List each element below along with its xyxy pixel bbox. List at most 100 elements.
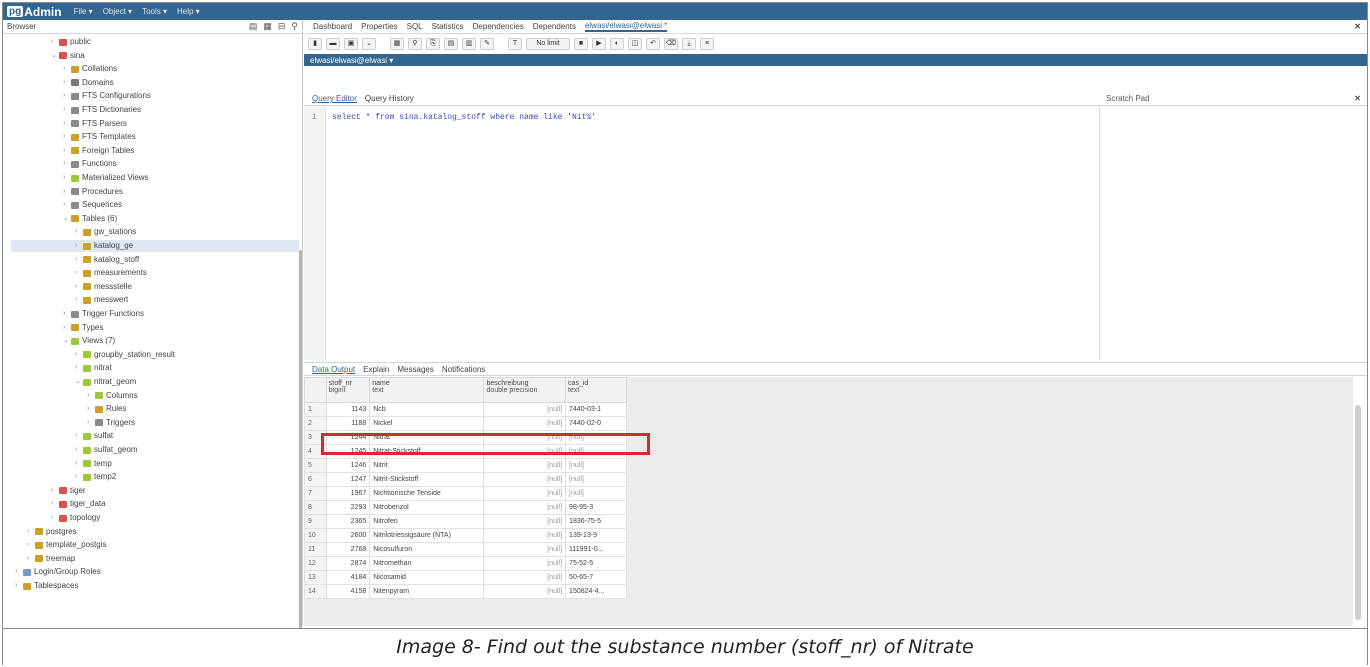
table-cell[interactable]: 4184: [325, 570, 371, 585]
tab-query-tool[interactable]: elwasi/elwasi@elwasi *: [584, 21, 668, 32]
macros-icon[interactable]: ≡: [700, 37, 714, 50]
search-icon[interactable]: ⚲: [291, 21, 298, 32]
table-cell[interactable]: [null]: [565, 472, 627, 487]
tree-item[interactable]: › Triggers: [87, 417, 135, 429]
table-icon[interactable]: ▦: [263, 21, 272, 32]
chevron-down-icon[interactable]: ⌄: [51, 50, 59, 62]
chevron-right-icon[interactable]: ›: [15, 566, 23, 578]
dropdown-icon[interactable]: ⌄: [362, 37, 376, 50]
scratch-pad[interactable]: Scratch Pad ✕: [1100, 92, 1367, 360]
table-cell[interactable]: 111991-0...: [565, 542, 627, 557]
tab-query-history[interactable]: Query History: [365, 94, 414, 103]
row-number[interactable]: 7: [304, 486, 327, 501]
chevron-down-icon[interactable]: ⌄: [75, 376, 83, 388]
properties-icon[interactable]: ▤: [249, 21, 258, 32]
commit-icon[interactable]: ◫: [628, 37, 642, 50]
copy-icon[interactable]: ⎘: [426, 37, 440, 50]
row-number[interactable]: 8: [304, 500, 327, 515]
table-row[interactable]: 7 1967 Nichtionische Tenside [null] [null]: [304, 486, 627, 501]
row-number[interactable]: 13: [304, 570, 327, 585]
table-row[interactable]: 14 4158 Nitenpyram [null] 150824-4...: [304, 584, 627, 599]
tab-notifications[interactable]: Notifications: [442, 365, 486, 374]
tab-sql[interactable]: SQL: [407, 22, 423, 31]
close-icon[interactable]: ✕: [1354, 94, 1361, 103]
chevron-right-icon[interactable]: ›: [15, 580, 23, 592]
tree-item[interactable]: › FTS Templates: [63, 131, 136, 143]
clear-icon[interactable]: ⌫: [664, 37, 678, 50]
table-cell[interactable]: 98-95-3: [565, 500, 627, 515]
table-cell[interactable]: [null]: [483, 402, 567, 417]
tree-item[interactable]: › sulfat_geom: [75, 444, 138, 456]
tree-item[interactable]: › Domains: [63, 77, 114, 89]
menu-help[interactable]: Help ▾: [177, 7, 200, 16]
close-icon[interactable]: ✕: [1354, 22, 1361, 31]
tab-dependents[interactable]: Dependents: [533, 22, 576, 31]
row-number[interactable]: 10: [304, 528, 327, 543]
row-number[interactable]: 11: [304, 542, 327, 557]
chevron-right-icon[interactable]: ›: [51, 485, 59, 497]
open-file-icon[interactable]: ▮: [308, 37, 322, 50]
table-cell[interactable]: [null]: [483, 528, 567, 543]
table-row[interactable]: 11 2768 Nicosulfuron [null] 111991-0...: [304, 542, 627, 557]
download-icon[interactable]: ⤓: [682, 37, 696, 50]
tree-item[interactable]: › treemap: [27, 553, 75, 565]
execute-icon[interactable]: ▶: [592, 37, 606, 50]
chevron-right-icon[interactable]: ›: [63, 145, 71, 157]
grid-scrollbar[interactable]: [1355, 405, 1361, 620]
tree-item[interactable]: › Functions: [63, 158, 117, 170]
tree-item[interactable]: › sulfat: [75, 430, 113, 442]
chevron-right-icon[interactable]: ›: [75, 444, 83, 456]
tree-item[interactable]: › Procedures: [63, 186, 123, 198]
chevron-right-icon[interactable]: ›: [75, 362, 83, 374]
paste-icon[interactable]: ▤: [444, 37, 458, 50]
chevron-right-icon[interactable]: ›: [75, 471, 83, 483]
chevron-right-icon[interactable]: ›: [63, 63, 71, 75]
tree-item[interactable]: › public: [51, 36, 91, 48]
table-cell[interactable]: 139-13-9: [565, 528, 627, 543]
table-cell[interactable]: Nickel: [369, 416, 485, 431]
table-cell[interactable]: [null]: [483, 556, 567, 571]
tree-item[interactable]: › temp: [75, 458, 112, 470]
tree-item[interactable]: › measurements: [75, 267, 147, 279]
table-cell[interactable]: Nitromethan: [369, 556, 485, 571]
table-row[interactable]: 8 2293 Nitrobenzol [null] 98-95-3: [304, 500, 627, 515]
table-cell[interactable]: 4158: [325, 584, 371, 599]
explain-icon[interactable]: ◐: [610, 37, 624, 50]
find-icon[interactable]: ⚲: [408, 37, 422, 50]
table-cell[interactable]: [null]: [483, 472, 567, 487]
chevron-right-icon[interactable]: ›: [63, 77, 71, 89]
chevron-right-icon[interactable]: ›: [87, 403, 95, 415]
connection-bar[interactable]: elwasi/elwasi@elwasi ▾: [304, 54, 1367, 66]
chevron-right-icon[interactable]: ›: [75, 349, 83, 361]
tree-item[interactable]: › messwert: [75, 294, 128, 306]
filter-icon[interactable]: T: [508, 37, 522, 50]
tree-item[interactable]: › Materialized Views: [63, 172, 149, 184]
table-row[interactable]: 1 1143 Ncb [null] 7440-03-1: [304, 402, 627, 417]
tree-item[interactable]: ⌄ nitrat_geom: [75, 376, 136, 388]
table-cell[interactable]: Nicosulfuron: [369, 542, 485, 557]
table-cell[interactable]: 1188: [325, 416, 371, 431]
chevron-right-icon[interactable]: ›: [63, 104, 71, 116]
table-cell[interactable]: Nitrobenzol: [369, 500, 485, 515]
chevron-right-icon[interactable]: ›: [51, 512, 59, 524]
chevron-right-icon[interactable]: ›: [63, 308, 71, 320]
table-cell[interactable]: 7440-02-0: [565, 416, 627, 431]
tree-item[interactable]: › Types: [63, 322, 103, 334]
chevron-right-icon[interactable]: ›: [75, 240, 83, 252]
grid-icon[interactable]: ▦: [390, 37, 404, 50]
browser-scrollbar[interactable]: [299, 250, 302, 640]
row-number[interactable]: 12: [304, 556, 327, 571]
chevron-right-icon[interactable]: ›: [75, 267, 83, 279]
table-cell[interactable]: 1247: [325, 472, 371, 487]
column-header[interactable]: beschreibung double precision: [483, 377, 567, 403]
tree-item[interactable]: ⌄ sina: [51, 50, 85, 62]
tree-item[interactable]: › FTS Dictionaries: [63, 104, 141, 116]
chevron-right-icon[interactable]: ›: [51, 498, 59, 510]
table-cell[interactable]: 2768: [325, 542, 371, 557]
tree-item[interactable]: › template_postgis: [27, 539, 106, 551]
table-cell[interactable]: [null]: [483, 542, 567, 557]
table-cell[interactable]: [null]: [483, 486, 567, 501]
tree-item[interactable]: › nitrat: [75, 362, 112, 374]
tree-item[interactable]: › Sequences: [63, 199, 122, 211]
chevron-right-icon[interactable]: ›: [75, 254, 83, 266]
